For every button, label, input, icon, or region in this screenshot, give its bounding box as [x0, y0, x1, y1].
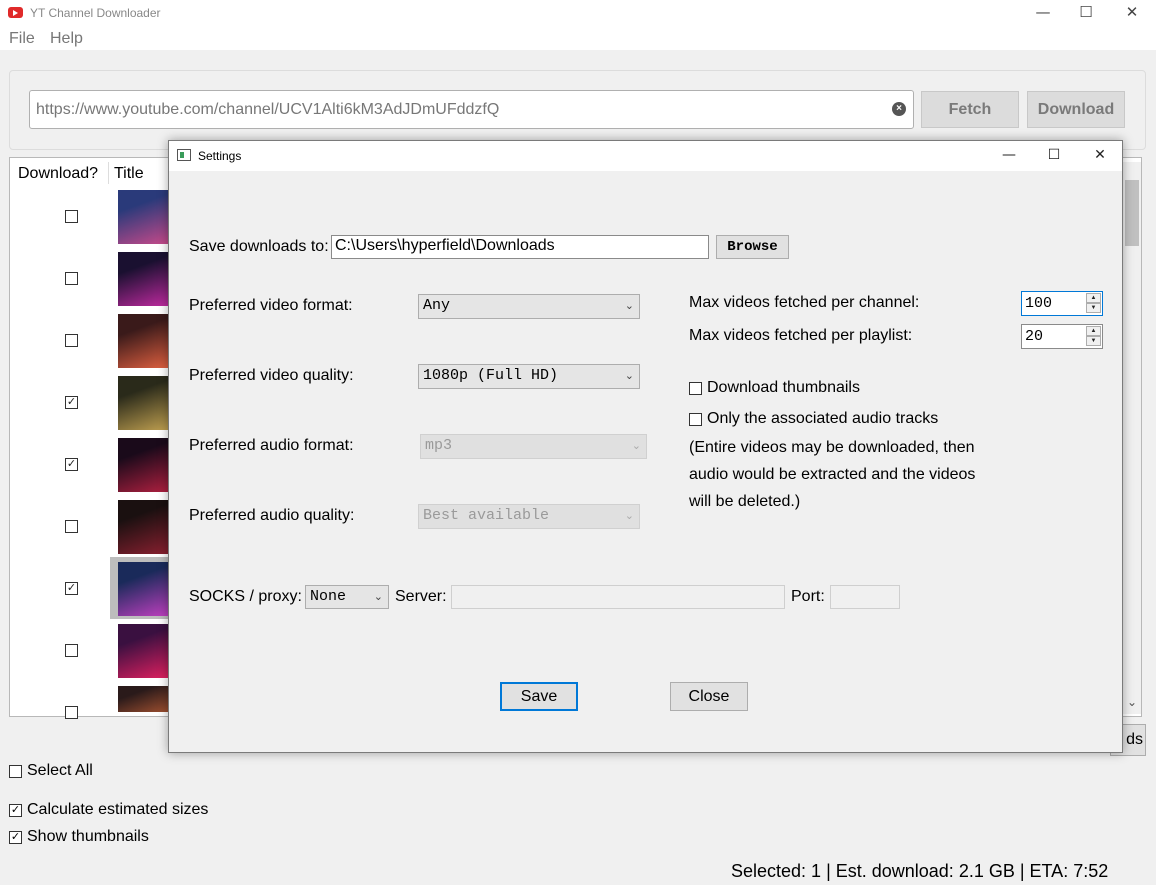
- select-all-checkbox[interactable]: [9, 765, 22, 778]
- download-button[interactable]: Download: [1027, 91, 1125, 128]
- row-download-checkbox[interactable]: ✓: [65, 458, 78, 471]
- audio-quality-select[interactable]: Best available ⌄: [418, 504, 640, 529]
- max-playlist-spinbox[interactable]: 20 ▲ ▼: [1021, 324, 1103, 349]
- download-thumbnails-label: Download thumbnails: [707, 379, 860, 396]
- proxy-select[interactable]: None ⌄: [305, 585, 389, 609]
- scrollbar-thumb[interactable]: [1125, 180, 1139, 246]
- audio-note-line-1: (Entire videos may be downloaded, then: [689, 439, 975, 456]
- chevron-down-icon: ⌄: [624, 299, 634, 312]
- max-channel-label: Max videos fetched per channel:: [689, 294, 920, 311]
- audio-only-label: Only the associated audio tracks: [707, 410, 939, 427]
- dialog-close-button[interactable]: Close: [670, 682, 748, 711]
- menu-help[interactable]: Help: [50, 30, 83, 48]
- menu-file[interactable]: File: [9, 30, 35, 48]
- title-bar: [0, 0, 1156, 26]
- row-download-checkbox[interactable]: [65, 520, 78, 533]
- server-input[interactable]: [451, 585, 785, 609]
- video-thumbnail: [118, 252, 170, 306]
- spin-buttons: ▲ ▼: [1086, 293, 1101, 313]
- download-thumbnails-checkbox[interactable]: [689, 382, 702, 395]
- row-download-checkbox[interactable]: [65, 706, 78, 719]
- settings-window-icon: [177, 149, 191, 161]
- settings-minimize-button[interactable]: —: [986, 141, 1032, 171]
- show-thumbnails-label: Show thumbnails: [27, 828, 149, 845]
- window-title: YT Channel Downloader: [30, 6, 161, 20]
- select-all-label: Select All: [27, 762, 93, 779]
- scroll-down-arrow-icon[interactable]: ⌄: [1127, 695, 1137, 709]
- port-label: Port:: [791, 588, 825, 605]
- video-thumbnail: [118, 500, 170, 554]
- calc-sizes-label: Calculate estimated sizes: [27, 801, 209, 818]
- spin-up-icon[interactable]: ▲: [1086, 326, 1101, 336]
- video-thumbnail: [118, 314, 170, 368]
- audio-quality-value: Best available: [423, 507, 550, 524]
- settings-title: Settings: [198, 149, 242, 163]
- server-label: Server:: [395, 588, 447, 605]
- column-header-download[interactable]: Download?: [18, 165, 98, 183]
- video-quality-label: Preferred video quality:: [189, 367, 354, 384]
- video-quality-select[interactable]: 1080p (Full HD) ⌄: [418, 364, 640, 389]
- column-header-title[interactable]: Title: [114, 165, 144, 183]
- calc-sizes-checkbox[interactable]: ✓: [9, 804, 22, 817]
- video-quality-value: 1080p (Full HD): [423, 367, 559, 384]
- port-input[interactable]: [830, 585, 900, 609]
- row-download-checkbox[interactable]: ✓: [65, 396, 78, 409]
- spin-up-icon[interactable]: ▲: [1086, 293, 1101, 303]
- row-download-checkbox[interactable]: [65, 210, 78, 223]
- max-playlist-label: Max videos fetched per playlist:: [689, 327, 913, 344]
- save-to-label: Save downloads to:: [189, 238, 329, 255]
- audio-only-checkbox[interactable]: [689, 413, 702, 426]
- row-download-checkbox[interactable]: [65, 334, 78, 347]
- save-button[interactable]: Save: [500, 682, 578, 711]
- spin-buttons: ▲ ▼: [1086, 326, 1101, 346]
- status-bar-text: Selected: 1 | Est. download: 2.1 GB | ET…: [731, 861, 1109, 881]
- close-button[interactable]: ✕: [1109, 0, 1155, 26]
- spin-down-icon[interactable]: ▼: [1086, 303, 1101, 313]
- maximize-button[interactable]: ☐: [1063, 0, 1109, 26]
- clear-circle-icon[interactable]: ×: [892, 102, 906, 116]
- audio-format-label: Preferred audio format:: [189, 437, 354, 454]
- audio-quality-label: Preferred audio quality:: [189, 507, 355, 524]
- video-thumbnail: [118, 624, 170, 678]
- chevron-down-icon: ⌄: [373, 590, 383, 603]
- video-format-select[interactable]: Any ⌄: [418, 294, 640, 319]
- chevron-down-icon: ⌄: [624, 509, 634, 522]
- proxy-value: None: [310, 588, 347, 605]
- chevron-down-icon: ⌄: [624, 369, 634, 382]
- row-download-checkbox[interactable]: [65, 644, 78, 657]
- row-download-checkbox[interactable]: ✓: [65, 582, 78, 595]
- video-thumbnail: [118, 562, 170, 616]
- save-path-input[interactable]: C:\Users\hyperfield\Downloads: [331, 235, 709, 259]
- video-thumbnail: [118, 190, 170, 244]
- video-format-label: Preferred video format:: [189, 297, 353, 314]
- video-thumbnail: [118, 376, 170, 430]
- audio-format-value: mp3: [425, 437, 453, 454]
- audio-note-line-2: audio would be extracted and the videos: [689, 466, 976, 483]
- browse-button[interactable]: Browse: [716, 235, 789, 259]
- spin-down-icon[interactable]: ▼: [1086, 336, 1101, 346]
- app-logo-icon: [8, 7, 23, 18]
- video-thumbnail: [118, 438, 170, 492]
- audio-note-line-3: will be deleted.): [689, 493, 801, 510]
- fetch-button[interactable]: Fetch: [921, 91, 1019, 128]
- audio-format-select[interactable]: mp3 ⌄: [420, 434, 647, 459]
- settings-title-bar: [169, 141, 1122, 171]
- video-thumbnail: [118, 686, 170, 712]
- menu-bar: [0, 26, 1156, 50]
- max-channel-value: 100: [1025, 295, 1053, 312]
- minimize-button[interactable]: —: [1020, 0, 1066, 26]
- column-divider: [108, 162, 109, 184]
- show-thumbnails-checkbox[interactable]: ✓: [9, 831, 22, 844]
- max-channel-spinbox[interactable]: 100 ▲ ▼: [1021, 291, 1103, 316]
- max-playlist-value: 20: [1025, 328, 1044, 345]
- settings-maximize-button[interactable]: ☐: [1031, 141, 1077, 171]
- settings-close-button[interactable]: ✕: [1077, 141, 1123, 171]
- proxy-label: SOCKS / proxy:: [189, 588, 302, 605]
- video-format-value: Any: [423, 297, 451, 314]
- channel-url-value: https://www.youtube.com/channel/UCV1Alti…: [36, 101, 500, 118]
- row-download-checkbox[interactable]: [65, 272, 78, 285]
- chevron-down-icon: ⌄: [631, 439, 641, 452]
